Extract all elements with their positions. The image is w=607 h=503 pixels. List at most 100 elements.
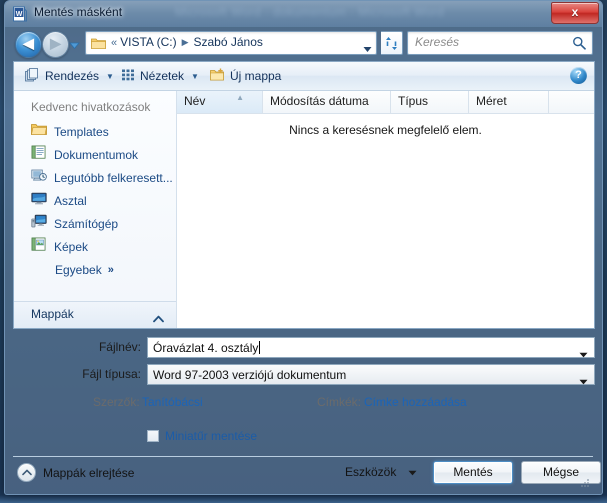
navigation-bar: ◀ ▶ «VISTA (C:) ▶ Szabó János Keresés	[5, 27, 602, 60]
breadcrumb-item-user[interactable]: Szabó János	[194, 35, 263, 49]
filetype-dropdown-icon[interactable]	[579, 372, 588, 390]
pictures-icon	[31, 237, 47, 256]
new-folder-icon	[210, 68, 225, 85]
column-label: Név	[184, 94, 206, 108]
explorer-toolbar: Rendezés ▼ Nézetek ▼ Új mappa ?	[14, 62, 594, 91]
views-label: Nézetek	[140, 69, 185, 83]
title-bar: W Mentés másként x	[5, 1, 602, 27]
thumbnail-checkbox-row[interactable]: Miniatűr mentése	[147, 429, 257, 443]
sidebar-more-button[interactable]: Egyebek »	[14, 258, 176, 281]
recent-places-icon	[31, 168, 47, 187]
filetype-select[interactable]: Word 97-2003 verziójú dokumentum	[147, 364, 595, 385]
sidebar-item-asztal[interactable]: Asztal	[14, 189, 176, 212]
views-grid-icon	[121, 68, 135, 85]
close-button[interactable]: x	[551, 2, 599, 24]
tools-label: Eszközök	[345, 465, 397, 479]
column-header-meret[interactable]: Méret	[469, 91, 549, 113]
sidebar-more-label: Egyebek	[55, 262, 102, 277]
sidebar-item-kepek[interactable]: Képek	[14, 235, 176, 258]
word-document-icon: W	[12, 6, 28, 22]
sidebar-item-szamitogep[interactable]: Számítógép	[14, 212, 176, 235]
sidebar-item-label: Legutóbb felkeresett...	[54, 170, 173, 185]
tools-button[interactable]: Eszközök	[345, 465, 417, 479]
sidebar-item-label: Templates	[54, 124, 109, 139]
organize-button[interactable]: Rendezés ▼	[22, 66, 117, 86]
help-icon[interactable]: ?	[570, 67, 587, 84]
empty-list-message: Nincs a keresésnek megfelelő elem.	[289, 123, 482, 137]
filename-dropdown-icon[interactable]	[579, 345, 588, 363]
sidebar-item-label: Számítógép	[54, 216, 119, 231]
new-folder-button[interactable]: Új mappa	[207, 66, 284, 86]
refresh-button[interactable]	[381, 31, 403, 55]
screenshot-root: Microsoft Word - dokumentum - Microsoft …	[0, 0, 607, 503]
new-folder-label: Új mappa	[230, 69, 282, 83]
desktop-icon	[31, 191, 47, 210]
sidebar-item-label: Dokumentumok	[54, 147, 139, 162]
svg-text:W: W	[16, 11, 23, 18]
desktop-backdrop-glow	[0, 495, 607, 503]
tags-value[interactable]: Címke hozzáadása	[364, 395, 467, 409]
search-icon[interactable]	[572, 36, 586, 50]
recent-pages-button[interactable]	[69, 38, 80, 50]
folder-icon	[31, 122, 47, 141]
forward-arrow-icon: ▶	[50, 35, 61, 51]
hide-folders-button[interactable]: Mappák elrejtése	[17, 463, 134, 482]
filetype-value: Word 97-2003 verziójú dokumentum	[153, 367, 347, 382]
forward-button[interactable]: ▶	[42, 31, 69, 58]
sidebar-item-templates[interactable]: Templates	[14, 120, 176, 143]
file-list-pane[interactable]: Név ▲ Módosítás dátuma Típus Méret Nincs…	[177, 91, 594, 328]
favorites-sidebar: Kedvenc hivatkozások Templates Dokumentu…	[14, 91, 177, 328]
organize-icon	[25, 67, 40, 85]
breadcrumb-overflow[interactable]: «	[111, 37, 117, 49]
column-header-spacer[interactable]	[549, 91, 594, 113]
sort-ascending-icon: ▲	[236, 93, 244, 102]
filename-row: Fájlnév: Óravázlat 4. osztály	[13, 337, 595, 358]
folders-label: Mappák	[31, 307, 74, 321]
breadcrumb: «VISTA (C:) ▶ Szabó János	[111, 35, 263, 49]
explorer-panes: Kedvenc hivatkozások Templates Dokumentu…	[14, 91, 594, 328]
save-button[interactable]: Mentés	[433, 461, 513, 484]
folder-icon	[91, 36, 106, 50]
filetype-label: Fájl típusa:	[82, 367, 141, 381]
search-placeholder: Keresés	[415, 35, 460, 49]
column-header-tipus[interactable]: Típus	[391, 91, 469, 113]
organize-label: Rendezés	[45, 69, 100, 83]
breadcrumb-item-drive[interactable]: VISTA (C:)	[120, 35, 176, 49]
filename-input[interactable]: Óravázlat 4. osztály	[147, 337, 595, 358]
save-as-dialog: W Mentés másként x ◀ ▶ « VISTA (C:) ▶ Sz…	[4, 0, 603, 495]
thumbnail-checkbox[interactable]	[147, 430, 159, 442]
authors-value[interactable]: Tanítóbácsi	[142, 395, 203, 409]
thumbnail-label: Miniatűr mentése	[165, 429, 258, 443]
column-label: Méret	[476, 94, 507, 108]
column-header-modositas-datuma[interactable]: Módosítás dátuma	[263, 91, 391, 113]
chevron-down-icon: ▼	[106, 71, 114, 81]
column-label: Típus	[398, 94, 429, 108]
dialog-footer: Mappák elrejtése Eszközök Mentés Mégse	[13, 456, 601, 489]
address-dropdown-icon[interactable]	[363, 40, 372, 54]
column-label: Módosítás dátuma	[270, 94, 369, 108]
views-button[interactable]: Nézetek ▼	[118, 66, 202, 86]
sidebar-item-dokumentumok[interactable]: Dokumentumok	[14, 143, 176, 166]
computer-icon	[31, 214, 47, 233]
back-arrow-icon: ◀	[23, 35, 34, 51]
folders-section-toggle[interactable]: Mappák	[14, 301, 176, 328]
search-input[interactable]: Keresés	[407, 31, 593, 55]
favorites-list: Templates Dokumentumok Legutóbb felkeres…	[14, 120, 176, 281]
authors-label: Szerzők:	[93, 395, 140, 409]
chevron-up-icon	[17, 463, 36, 482]
sidebar-item-label: Képek	[54, 239, 89, 254]
explorer-panel: Rendezés ▼ Nézetek ▼ Új mappa ? Kedvenc …	[13, 61, 595, 329]
address-bar[interactable]: «VISTA (C:) ▶ Szabó János	[85, 31, 377, 55]
breadcrumb-separator-icon: ▶	[181, 37, 189, 47]
dialog-title: Mentés másként	[34, 5, 123, 19]
back-button[interactable]: ◀	[15, 31, 42, 58]
chevron-down-icon: ▼	[191, 71, 199, 81]
favorites-header: Kedvenc hivatkozások	[31, 100, 151, 114]
column-header-nev[interactable]: Név ▲	[177, 91, 263, 113]
sidebar-item-legutobb-felkeresett[interactable]: Legutóbb felkeresett...	[14, 166, 176, 189]
save-form: Fájlnév: Óravázlat 4. osztály Fájl típus…	[13, 333, 595, 453]
metadata-row: Szerzők: Tanítóbácsi Címkék: Címke hozzá…	[13, 395, 595, 415]
column-headers: Név ▲ Módosítás dátuma Típus Méret	[177, 91, 594, 114]
chevron-down-icon	[408, 465, 417, 479]
resize-grip-icon[interactable]	[578, 475, 590, 487]
